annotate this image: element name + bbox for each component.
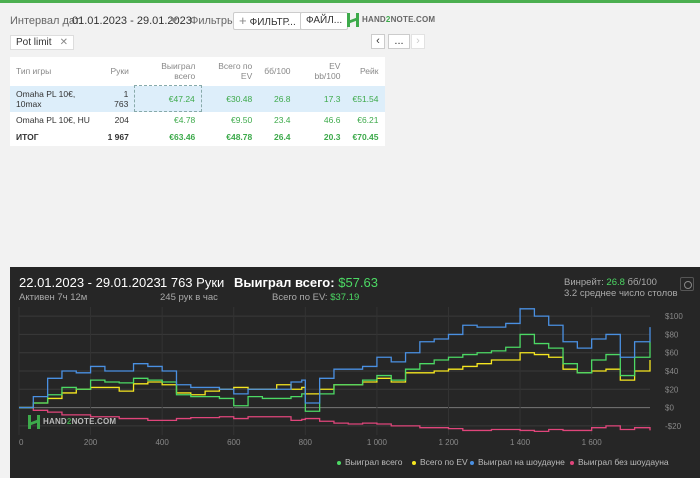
hand2note-logo: HAND2NOTE.COM bbox=[347, 13, 435, 29]
toolbar: Интервал дат: 01.01.2023 - 29.01.2023 Фи… bbox=[0, 10, 700, 32]
stats-table: Тип игры Руки Выиграл всего Всего по EV … bbox=[10, 57, 385, 146]
more-button[interactable]: ... bbox=[388, 34, 410, 49]
filter-button-label: ФИЛЬТР... bbox=[249, 17, 296, 28]
table-cell[interactable]: €47.24 bbox=[134, 85, 202, 112]
plus-icon: + bbox=[239, 13, 247, 28]
table-cell: Omaha PL 10€, HU bbox=[16, 115, 90, 125]
series-line-1 bbox=[19, 352, 651, 409]
table-cell: 17.3 bbox=[296, 85, 347, 112]
x-tick-label: 600 bbox=[227, 438, 241, 447]
legend-dot-icon bbox=[570, 460, 574, 465]
table-cell: 26.8 bbox=[258, 85, 297, 112]
chevron-down-icon[interactable] bbox=[170, 18, 178, 23]
legend-dot-icon bbox=[470, 460, 474, 465]
col-header-hands[interactable]: Руки bbox=[102, 57, 135, 86]
col-header-won-total[interactable]: Выиграл всего bbox=[135, 57, 201, 86]
table-cell: 1 763 bbox=[101, 85, 135, 112]
col-header-ev-total[interactable]: Всего по EV bbox=[201, 57, 258, 86]
y-tick-label: $80 bbox=[665, 330, 679, 339]
table-cell: 23.4 bbox=[273, 115, 291, 125]
x-tick-label: 200 bbox=[84, 438, 98, 447]
graph-ticks: $100 $80 $60 $40 $20 $0 -$20 0 200 400 600 800 1 000… bbox=[19, 312, 683, 447]
graph-chart: $100 $80 $60 $40 $20 $0 -$20 0 200 400 600 800 1 000… bbox=[18, 307, 683, 447]
table-cell: €51.54 bbox=[346, 85, 385, 112]
session-graph-panel: 22.01.2023 - 29.01.2023 Активен 7ч 12м 1… bbox=[10, 267, 700, 478]
next-button[interactable]: › bbox=[411, 34, 425, 49]
table-cell: Omaha PL 10€, 10max bbox=[10, 85, 102, 112]
hand2note-watermark: HAND2NOTE.COM bbox=[28, 415, 116, 431]
legend-item-showdown[interactable]: Выиграл на шоудауне bbox=[470, 457, 565, 467]
x-tick-label: 1 600 bbox=[582, 438, 603, 447]
table-cell: 204 bbox=[114, 115, 129, 125]
table-cell: €63.46 bbox=[169, 132, 196, 142]
table-cell: €9.50 bbox=[230, 115, 253, 125]
table-cell: 26.4 bbox=[273, 132, 291, 142]
table-cell: €48.78 bbox=[226, 132, 253, 142]
col-header-game-type[interactable]: Тип игры bbox=[10, 57, 102, 86]
legend-dot-icon bbox=[337, 460, 341, 465]
prev-button[interactable]: ‹ bbox=[371, 34, 385, 49]
legend-item-won-total[interactable]: Выиграл всего bbox=[337, 457, 402, 467]
col-header-bb100[interactable]: бб/100 bbox=[258, 57, 296, 86]
col-header-rake[interactable]: Рейк bbox=[346, 57, 384, 86]
hand2note-logo-icon bbox=[28, 415, 40, 429]
pot-limit-filter-chip[interactable]: Pot limit ✕ bbox=[10, 35, 74, 50]
table-cell: 1 967 bbox=[107, 132, 129, 142]
x-tick-label: 400 bbox=[155, 438, 169, 447]
table-cell: €30.48 bbox=[201, 85, 259, 112]
table-cell: €6.21 bbox=[357, 115, 379, 125]
filter-button[interactable]: + ФИЛЬТР... bbox=[233, 12, 302, 30]
y-tick-label: $40 bbox=[665, 367, 679, 376]
graph-lines bbox=[19, 308, 651, 432]
x-tick-label: 0 bbox=[19, 438, 24, 447]
legend-dot-icon bbox=[412, 460, 416, 465]
legend-item-ev-total[interactable]: Всего по EV bbox=[412, 457, 468, 467]
top-accent-bar bbox=[0, 0, 700, 3]
chip-label: Pot limit bbox=[16, 37, 52, 48]
table-row[interactable]: Omaha PL 10€, HU 204 €4.78 €9.50 23.4 46… bbox=[10, 112, 385, 129]
y-tick-label: $60 bbox=[665, 349, 679, 358]
hand2note-logo-icon bbox=[347, 13, 359, 27]
close-icon[interactable]: ✕ bbox=[60, 37, 68, 48]
table-header-row: Тип игры Руки Выиграл всего Всего по EV … bbox=[10, 57, 385, 86]
filters-label: Фильтры: bbox=[190, 15, 238, 27]
y-tick-label: $0 bbox=[665, 404, 674, 413]
legend-item-non-showdown[interactable]: Выиграл без шоудауна bbox=[570, 457, 669, 467]
table-total-row: ИТОГ 1 967 €63.46 €48.78 26.4 20.3 €70.4… bbox=[10, 129, 385, 146]
table-cell: 20.3 bbox=[323, 132, 341, 142]
table-cell: ИТОГ bbox=[16, 132, 39, 142]
table-cell: €70.45 bbox=[352, 132, 379, 142]
col-header-ev-bb100[interactable]: EV bb/100 bbox=[297, 57, 347, 86]
x-tick-label: 800 bbox=[299, 438, 313, 447]
table-cell: €4.78 bbox=[174, 115, 196, 126]
x-tick-label: 1 200 bbox=[438, 438, 459, 447]
y-tick-label: $100 bbox=[665, 312, 683, 321]
table-cell: 46.6 bbox=[323, 115, 341, 125]
y-tick-label: -$20 bbox=[665, 422, 682, 431]
x-tick-label: 1 400 bbox=[510, 438, 531, 447]
table-row[interactable]: Omaha PL 10€, 10max 1 763 €47.24 €30.48 … bbox=[10, 85, 385, 112]
y-tick-label: $20 bbox=[665, 385, 679, 394]
x-tick-label: 1 000 bbox=[367, 438, 388, 447]
file-button[interactable]: ФАЙЛ... bbox=[300, 12, 349, 30]
